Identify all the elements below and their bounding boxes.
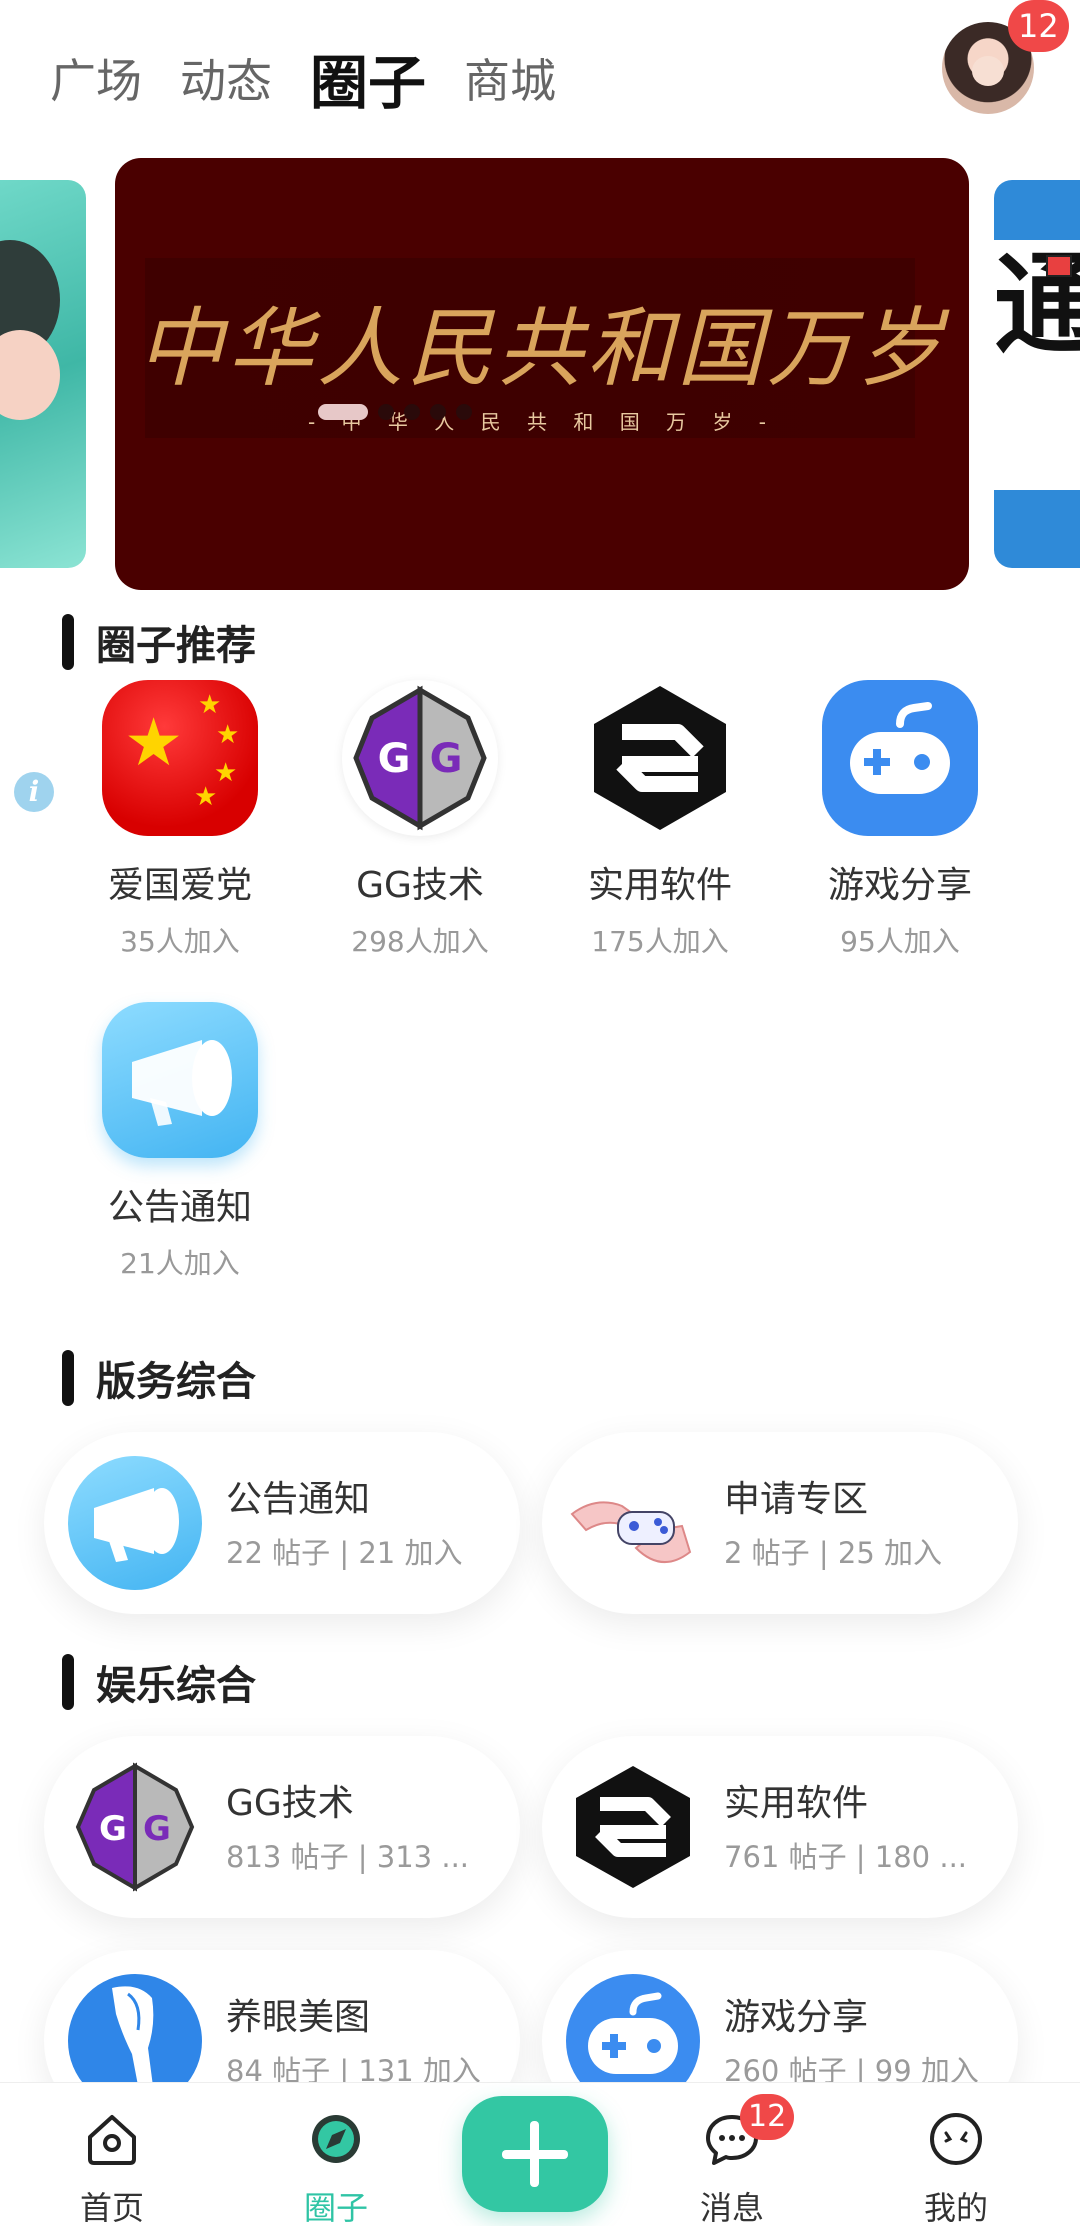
section-service: 版务综合 <box>62 1350 256 1406</box>
card-stats: 2 帖子 | 25 加入 <box>724 1536 942 1570</box>
circle-name: 爱国爱党 <box>107 865 252 906</box>
card-title: 游戏分享 <box>724 1997 869 2038</box>
section-title: 圈子推荐 <box>96 623 256 669</box>
nav-label: 消息 <box>699 2189 764 2226</box>
card-title: GG技术 <box>226 1783 354 1824</box>
card-title: 申请专区 <box>724 1479 869 1520</box>
section-title: 娱乐综合 <box>96 1663 256 1709</box>
circle-member-count: 21人加入 <box>120 1247 240 1280</box>
carousel-dot[interactable] <box>456 404 472 420</box>
carousel-dot[interactable] <box>404 404 420 420</box>
circle-item[interactable]: ★ ★ ★ ★ ★ 爱国爱党 35人加入 <box>60 680 300 960</box>
circle-name: GG技术 <box>356 865 484 906</box>
circle-card[interactable]: 申请专区 2 帖子 | 25 加入 <box>542 1432 1018 1614</box>
gamepad-icon <box>822 680 978 836</box>
circle-item[interactable]: 公告通知 21人加入 <box>60 1002 300 1282</box>
notification-badge: 12 <box>1008 0 1069 52</box>
message-count-badge: 12 <box>740 2094 795 2140</box>
circle-member-count: 298人加入 <box>351 925 489 958</box>
svg-text:G: G <box>143 1809 171 1849</box>
card-title: 养眼美图 <box>226 1997 371 2038</box>
circle-card[interactable]: 公告通知 22 帖子 | 21 加入 <box>44 1432 520 1614</box>
tab-square[interactable]: 广场 <box>50 45 142 111</box>
compass-icon <box>312 2115 360 2163</box>
circle-member-count: 95人加入 <box>840 925 960 958</box>
section-title: 版务综合 <box>96 1359 256 1405</box>
gg-logo-icon: G G <box>68 1760 202 1894</box>
info-icon[interactable]: i <box>14 772 54 812</box>
nav-label: 我的 <box>923 2189 988 2226</box>
nav-item-circles[interactable]: 圈子 <box>256 2083 416 2226</box>
top-tabs: 广场 动态 圈子 商城 <box>50 38 556 118</box>
nav-label: 首页 <box>79 2189 144 2226</box>
face-icon <box>930 2113 982 2165</box>
circle-name: 实用软件 <box>587 865 732 906</box>
carousel-dot[interactable] <box>318 404 368 420</box>
circle-name: 公告通知 <box>107 1187 252 1228</box>
section-entertainment: 娱乐综合 <box>62 1654 256 1710</box>
megaphone-icon <box>68 1456 202 1590</box>
create-post-button[interactable] <box>462 2096 608 2212</box>
nav-label: 圈子 <box>303 2189 368 2226</box>
tab-mall[interactable]: 商城 <box>464 45 556 111</box>
tab-circles[interactable]: 圈子 <box>310 36 426 120</box>
circle-card[interactable]: G G GG技术 813 帖子 | 313 ... <box>44 1736 520 1918</box>
card-stats: 813 帖子 | 313 ... <box>226 1840 470 1874</box>
circle-item[interactable]: 实用软件 175人加入 <box>540 680 780 960</box>
banner-next-slide[interactable]: 通 <box>994 180 1080 568</box>
card-stats: 22 帖子 | 21 加入 <box>226 1536 463 1570</box>
circle-item[interactable]: G G GG技术 298人加入 <box>300 680 540 960</box>
s-logo-icon <box>566 1760 700 1894</box>
carousel-dot[interactable] <box>430 404 446 420</box>
section-recommend: 圈子推荐 <box>62 614 256 670</box>
circle-item[interactable]: 游戏分享 95人加入 <box>780 680 1020 960</box>
nav-item-me[interactable]: 我的 <box>876 2083 1036 2226</box>
circle-member-count: 175人加入 <box>591 925 729 958</box>
svg-text:G: G <box>378 736 411 782</box>
home-icon <box>88 2115 136 2165</box>
circle-member-count: 35人加入 <box>120 925 240 958</box>
banner-slide[interactable]: 中华人民共和国万岁 - 中 华 人 民 共 和 国 万 岁 - <box>115 158 969 590</box>
banner-subtitle: - 中 华 人 民 共 和 国 万 岁 - <box>307 410 776 434</box>
circle-name: 游戏分享 <box>827 865 972 906</box>
section-bar <box>62 614 74 670</box>
circle-card[interactable]: 实用软件 761 帖子 | 180 ... <box>542 1736 1018 1918</box>
section-bar <box>62 1350 74 1406</box>
china-flag-icon: ★ ★ ★ ★ ★ <box>102 680 258 836</box>
gg-logo-icon: G G <box>342 680 498 836</box>
card-title: 公告通知 <box>226 1479 371 1520</box>
megaphone-icon <box>102 1002 258 1158</box>
section-bar <box>62 1654 74 1710</box>
hands-controller-icon <box>566 1456 700 1590</box>
carousel-indicator <box>318 404 472 420</box>
banner-prev-slide[interactable] <box>0 180 86 568</box>
tab-moments[interactable]: 动态 <box>180 45 272 111</box>
nav-item-home[interactable]: 首页 <box>32 2083 192 2226</box>
card-stats: 761 帖子 | 180 ... <box>724 1840 968 1874</box>
banner-title: 中华人民共和国万岁 <box>137 299 947 399</box>
svg-text:G: G <box>99 1809 127 1849</box>
s-logo-icon <box>582 680 738 836</box>
card-title: 实用软件 <box>724 1783 869 1824</box>
svg-text:G: G <box>430 736 463 782</box>
carousel-dot[interactable] <box>378 404 394 420</box>
